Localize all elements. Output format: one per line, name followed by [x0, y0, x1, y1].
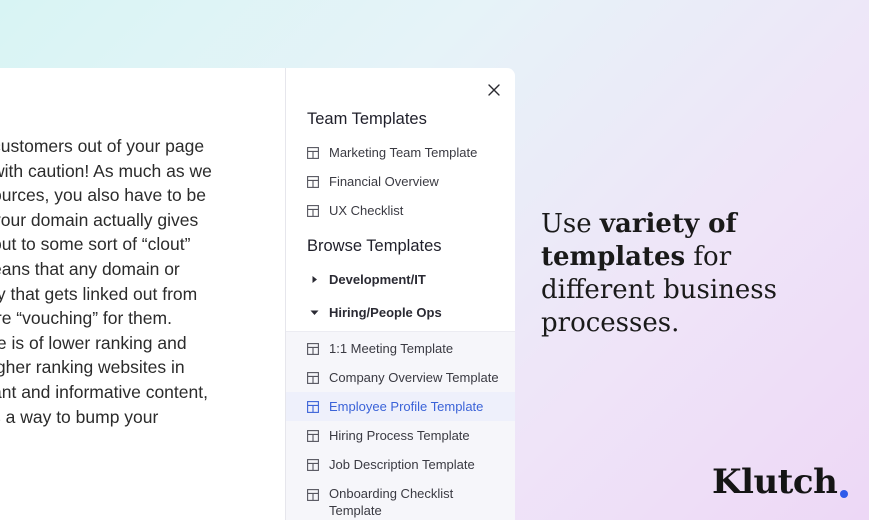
- document-panel: customers out of your page with caution!…: [0, 68, 286, 520]
- template-item-onboarding-checklist[interactable]: Onboarding Checklist Template: [286, 486, 515, 520]
- marketing-tagline: Use variety of templates for different b…: [541, 208, 851, 340]
- template-item-ux-checklist[interactable]: UX Checklist: [286, 196, 515, 225]
- article-line: te is of lower ranking and: [0, 332, 187, 353]
- article-line: your domain actually gives: [0, 209, 199, 230]
- template-icon: [307, 489, 319, 501]
- group-development-it[interactable]: Development/IT: [286, 265, 515, 293]
- template-item-label: Job Description Template: [329, 457, 475, 472]
- article-line: ’re “vouching” for them.: [0, 308, 172, 329]
- article-line: s a way to bump your: [0, 406, 159, 427]
- article-line: ources, you also have to be: [0, 185, 207, 206]
- template-item-label: 1:1 Meeting Template: [329, 341, 454, 356]
- article-line: igher ranking websites in: [0, 357, 185, 378]
- group-label: Hiring/People Ops: [329, 304, 442, 320]
- template-item-job-description[interactable]: Job Description Template: [286, 450, 515, 479]
- template-icon: [307, 371, 319, 384]
- template-icon: [307, 429, 319, 442]
- article-line: with caution! As much as we: [0, 160, 212, 181]
- template-icon: [307, 400, 319, 413]
- template-item-label: Financial Overview: [329, 174, 439, 189]
- template-icon: [307, 204, 319, 217]
- browse-templates-heading: Browse Templates: [307, 237, 442, 255]
- tagline-part: Use: [541, 209, 600, 239]
- caret-right-icon: [312, 275, 317, 283]
- logo-dot: [840, 490, 848, 498]
- template-item-financial[interactable]: Financial Overview: [286, 167, 515, 196]
- article-line: eans that any domain or: [0, 258, 180, 279]
- hiring-templates-list: 1:1 Meeting Template Company Overview Te…: [286, 331, 515, 520]
- template-item-label: UX Checklist: [329, 203, 404, 218]
- template-item-label: Employee Profile Template: [329, 399, 484, 414]
- template-item-label: Company Overview Template: [329, 370, 499, 385]
- template-icon: [307, 342, 319, 355]
- template-item-hiring-process[interactable]: Hiring Process Template: [286, 421, 515, 450]
- template-item-label: Onboarding Checklist Template: [329, 486, 454, 518]
- group-label: Development/IT: [329, 271, 426, 287]
- article-line: ant and informative content,: [0, 381, 208, 402]
- klutch-logo: Klutch: [712, 462, 838, 502]
- template-item-one-on-one[interactable]: 1:1 Meeting Template: [286, 334, 515, 363]
- team-templates-heading: Team Templates: [307, 110, 427, 128]
- article-text: customers out of your page with caution!…: [0, 134, 292, 429]
- group-hiring-people-ops[interactable]: Hiring/People Ops: [286, 298, 515, 326]
- article-line: ty that gets linked out from: [0, 283, 198, 304]
- close-button[interactable]: [486, 82, 502, 98]
- template-icon: [307, 458, 319, 471]
- article-line: customers out of your page: [0, 136, 205, 156]
- template-item-company-overview[interactable]: Company Overview Template: [286, 363, 515, 392]
- template-item-label: Marketing Team Template: [329, 145, 478, 160]
- template-item-marketing[interactable]: Marketing Team Template: [286, 138, 515, 167]
- article-line: out to some sort of “clout”: [0, 234, 191, 255]
- templates-sidebar: Team Templates Marketing Team Template F…: [286, 68, 515, 520]
- caret-down-icon: [310, 310, 319, 315]
- close-icon: [488, 84, 500, 96]
- template-icon: [307, 146, 319, 159]
- template-item-label: Hiring Process Template: [329, 428, 470, 443]
- template-icon: [307, 175, 319, 188]
- template-item-employee-profile[interactable]: Employee Profile Template: [286, 392, 515, 421]
